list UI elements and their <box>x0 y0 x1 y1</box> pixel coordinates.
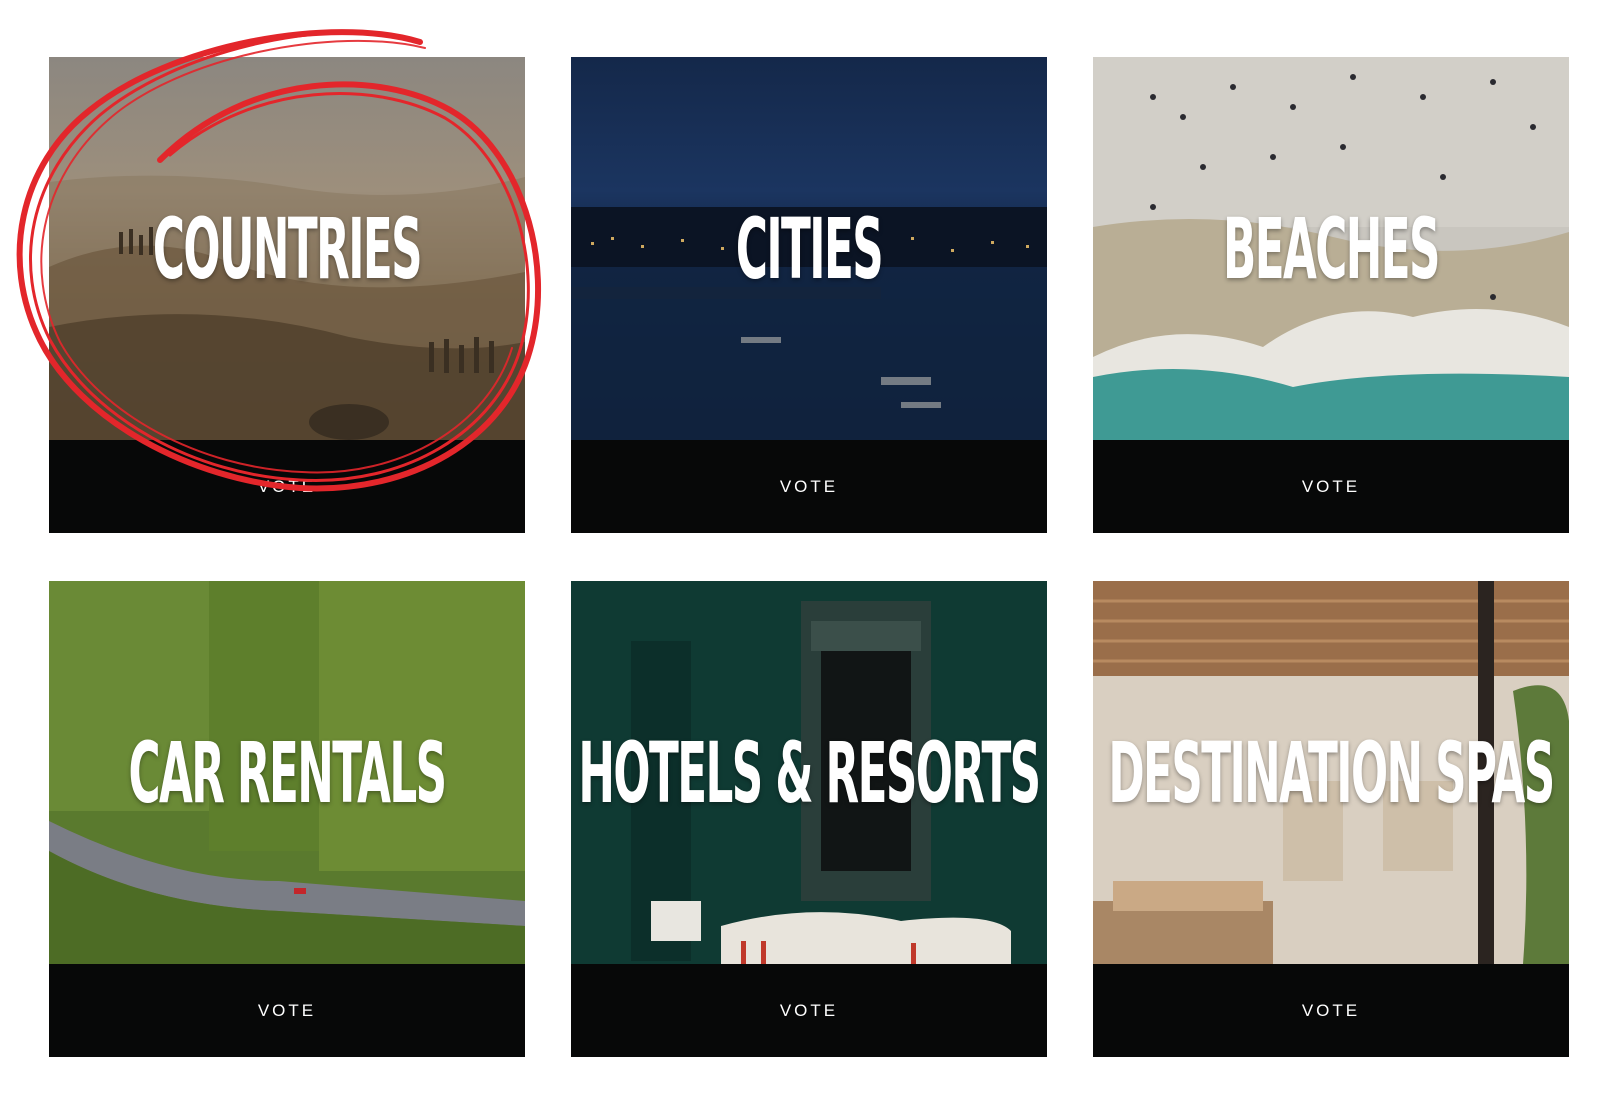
car-rentals-vote-bar: VOTE <box>49 964 525 1057</box>
beaches-vote-bar: VOTE <box>1093 440 1569 533</box>
beaches-vote-button[interactable]: VOTE <box>1286 469 1376 505</box>
countries-image: COUNTRIES <box>49 57 525 440</box>
car-rentals-vote-button[interactable]: VOTE <box>242 993 332 1029</box>
category-card-hotels-resorts[interactable]: HOTELS & RESORTS VOTE <box>571 581 1047 1057</box>
category-card-cities[interactable]: CITIES VOTE <box>571 57 1047 533</box>
beaches-image: BEACHES <box>1093 57 1569 440</box>
category-card-car-rentals[interactable]: CAR RENTALS VOTE <box>49 581 525 1057</box>
car-rentals-title: CAR RENTALS <box>128 723 447 822</box>
destination-spas-vote-button[interactable]: VOTE <box>1286 993 1376 1029</box>
destination-spas-title: DESTINATION SPAS <box>1108 723 1555 822</box>
hotels-resorts-vote-button[interactable]: VOTE <box>764 993 854 1029</box>
car-rentals-image: CAR RENTALS <box>49 581 525 964</box>
category-grid: COUNTRIES VOTE CITIES VOTE BEACHES VOTE … <box>0 0 1600 1113</box>
cities-image: CITIES <box>571 57 1047 440</box>
category-card-destination-spas[interactable]: DESTINATION SPAS VOTE <box>1093 581 1569 1057</box>
countries-vote-button[interactable]: VOTE <box>242 469 332 505</box>
hotels-resorts-vote-bar: VOTE <box>571 964 1047 1057</box>
destination-spas-image: DESTINATION SPAS <box>1093 581 1569 964</box>
cities-vote-button[interactable]: VOTE <box>764 469 854 505</box>
destination-spas-vote-bar: VOTE <box>1093 964 1569 1057</box>
cities-title: CITIES <box>735 199 884 298</box>
category-card-countries[interactable]: COUNTRIES VOTE <box>49 57 525 533</box>
countries-vote-bar: VOTE <box>49 440 525 533</box>
countries-title: COUNTRIES <box>152 199 423 298</box>
hotels-resorts-title: HOTELS & RESORTS <box>578 723 1041 822</box>
category-card-beaches[interactable]: BEACHES VOTE <box>1093 57 1569 533</box>
cities-vote-bar: VOTE <box>571 440 1047 533</box>
beaches-title: BEACHES <box>1223 199 1440 298</box>
hotels-resorts-image: HOTELS & RESORTS <box>571 581 1047 964</box>
